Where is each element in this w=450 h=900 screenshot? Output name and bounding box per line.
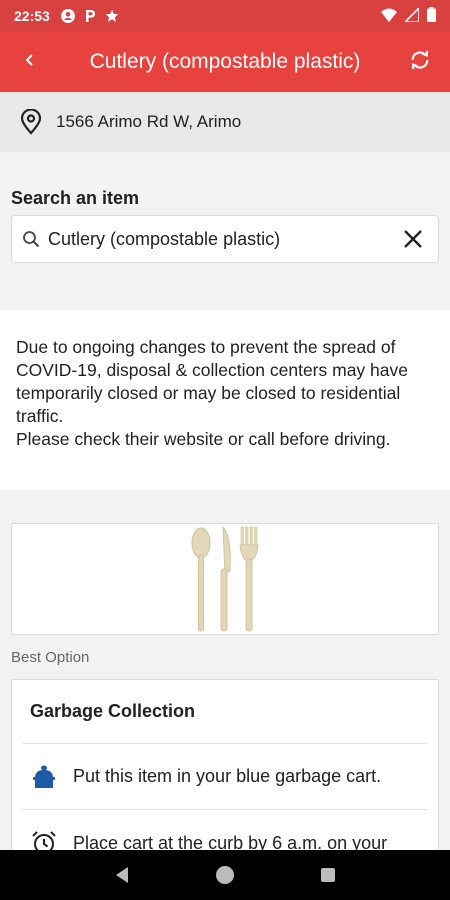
cutlery-image [191,525,259,632]
close-icon [404,230,422,248]
address-bar[interactable]: 1566 Arimo Rd W, Arimo [0,92,450,152]
chevron-left-icon [24,53,36,72]
search-input[interactable] [48,228,398,250]
battery-icon [427,7,436,25]
signal-icon [403,5,420,25]
page-title: Cutlery (compostable plastic) [89,50,361,73]
disposal-card[interactable]: Garbage Collection Put this item in your… [11,679,439,879]
recents-square-icon[interactable] [308,855,348,895]
p-icon [82,8,98,24]
covid-notice: Due to ongoing changes to prevent the sp… [0,310,450,490]
refresh-button[interactable] [390,32,450,92]
card-title: Garbage Collection [23,680,427,744]
status-bar: 22:53 [0,0,450,32]
best-option-label: Best Option [11,649,90,666]
search-label: Search an item [11,188,140,208]
back-triangle-icon[interactable] [102,855,142,895]
refresh-icon [409,49,431,76]
home-circle-icon[interactable] [205,855,245,895]
card-row: Put this item in your blue garbage cart. [23,744,427,810]
result-content: Best Option Garbage Collection Put this … [0,490,450,879]
search-icon [22,229,42,249]
clear-search-button[interactable] [398,224,428,254]
account-circle-icon [60,8,76,24]
item-image [11,523,439,635]
back-button[interactable] [0,32,60,92]
card-row-text: Put this item in your blue garbage cart. [73,766,382,786]
search-section: Search an item [0,152,450,310]
system-nav-bar [0,850,450,900]
search-box[interactable] [11,215,439,263]
status-time: 22:53 [14,8,50,24]
star-icon [104,8,120,24]
location-pin-icon [18,109,44,135]
wifi-icon [381,8,397,25]
garbage-cart-icon [29,762,59,792]
app-bar: Cutlery (compostable plastic) [0,32,450,92]
address-text: 1566 Arimo Rd W, Arimo [56,112,242,131]
